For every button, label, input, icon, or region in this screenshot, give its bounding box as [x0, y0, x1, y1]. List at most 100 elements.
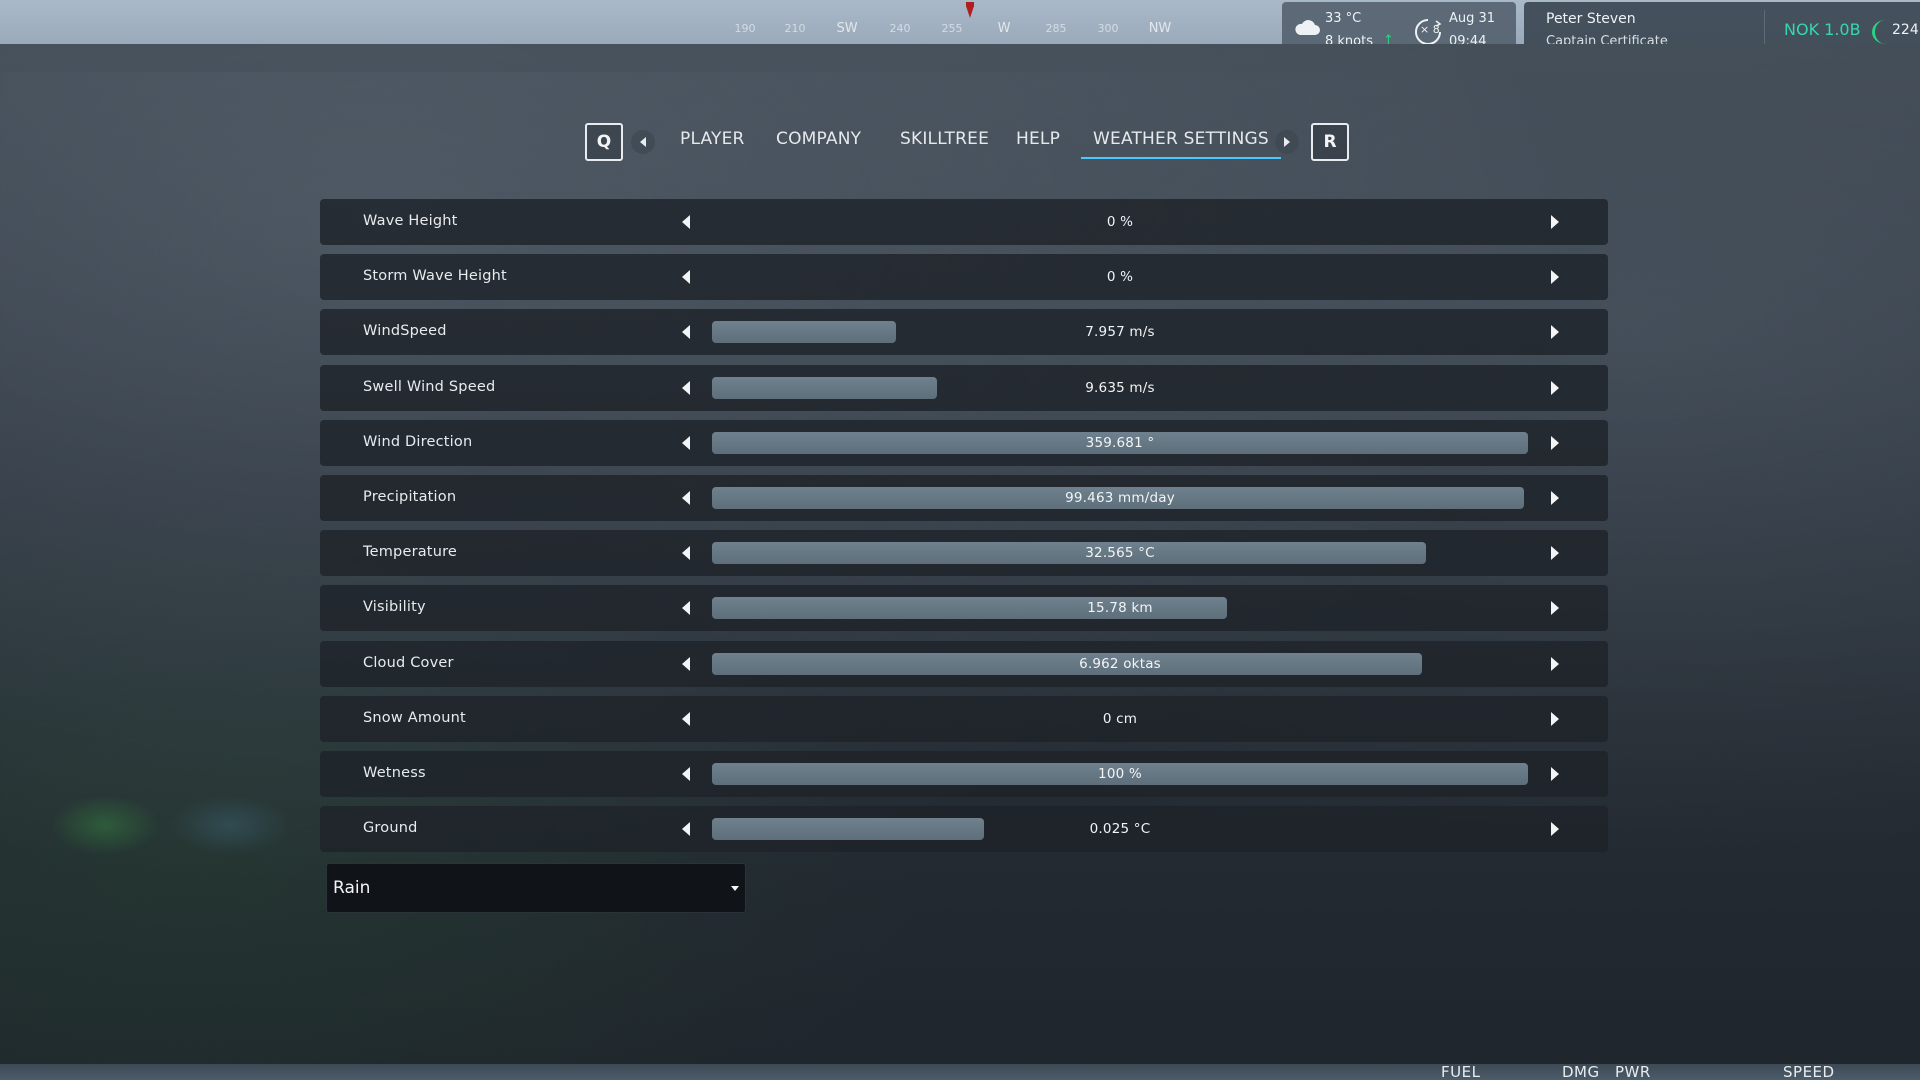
- decrease-arrow-icon[interactable]: [682, 656, 690, 671]
- decrease-arrow-icon[interactable]: [682, 601, 690, 616]
- money-balance: NOK 1.0B: [1784, 20, 1861, 39]
- weather-temperature: 33 °C: [1325, 11, 1362, 26]
- setting-label: Wave Height: [363, 213, 458, 229]
- setting-slider[interactable]: 0 %: [712, 211, 1528, 233]
- setting-row: Wetness 100 %: [320, 750, 1608, 797]
- increase-arrow-icon[interactable]: [1551, 546, 1559, 561]
- compass-tick: 190: [734, 22, 756, 35]
- setting-row: Temperature 32.565 °C: [320, 530, 1608, 577]
- tab-prev-button[interactable]: [631, 130, 655, 154]
- divider: [1764, 10, 1765, 44]
- decrease-arrow-icon[interactable]: [682, 822, 690, 837]
- setting-slider[interactable]: 15.78 km: [712, 597, 1528, 620]
- increase-arrow-icon[interactable]: [1551, 380, 1559, 395]
- setting-label: WindSpeed: [363, 323, 447, 340]
- setting-value: 0 %: [1106, 214, 1134, 230]
- setting-row: Wave Height 0 %: [320, 199, 1608, 245]
- decrease-arrow-icon[interactable]: [682, 766, 690, 781]
- compass-tick: NW: [1148, 21, 1172, 36]
- cloud-icon: [1295, 20, 1320, 35]
- setting-slider[interactable]: 100 %: [712, 762, 1528, 785]
- setting-slider[interactable]: 7.957 m/s: [712, 321, 1528, 344]
- decrease-arrow-icon[interactable]: [682, 435, 690, 450]
- setting-value: 0 %: [1106, 269, 1134, 286]
- setting-slider[interactable]: 0.025 °C: [712, 818, 1528, 841]
- decrease-arrow-icon[interactable]: [682, 270, 690, 285]
- setting-row: Swell Wind Speed 9.635 m/s: [320, 364, 1608, 411]
- compass-tick: 210: [784, 22, 806, 35]
- setting-label: Temperature: [363, 544, 458, 561]
- setting-row: Visibility 15.78 km: [320, 585, 1608, 632]
- tab-company[interactable]: COMPANY: [776, 129, 861, 149]
- menu-tabs: Q PLAYER COMPANY SKILLTREE HELP WEATHER …: [585, 123, 1350, 163]
- setting-value: 0.025 °C: [1089, 821, 1151, 838]
- setting-slider[interactable]: 6.962 oktas: [712, 652, 1528, 675]
- setting-label: Wetness: [363, 764, 426, 781]
- setting-row: WindSpeed 7.957 m/s: [320, 309, 1608, 356]
- tab-player[interactable]: PLAYER: [680, 129, 745, 149]
- increase-arrow-icon[interactable]: [1551, 711, 1559, 726]
- setting-label: Snow Amount: [363, 709, 466, 726]
- gauge-value: 224: [1892, 22, 1919, 38]
- decrease-arrow-icon[interactable]: [682, 215, 690, 229]
- increase-arrow-icon[interactable]: [1551, 601, 1559, 616]
- compass-strip: 190 210 SW 240 255 W 285 300 NW: [720, 0, 1180, 44]
- chevron-down-icon: [731, 886, 739, 891]
- speed-label: SPEED: [1783, 1063, 1835, 1080]
- increase-arrow-icon[interactable]: [1551, 270, 1559, 285]
- setting-slider[interactable]: 359.681 °: [712, 431, 1528, 454]
- setting-value: 359.681 °: [1085, 434, 1155, 451]
- setting-slider[interactable]: 99.463 mm/day: [712, 486, 1528, 509]
- tab-prev-key-q[interactable]: Q: [585, 123, 623, 161]
- decrease-arrow-icon[interactable]: [682, 380, 690, 395]
- decrease-arrow-icon[interactable]: [682, 490, 690, 505]
- decrease-arrow-icon[interactable]: [682, 546, 690, 561]
- increase-arrow-icon[interactable]: [1551, 215, 1559, 229]
- top-hud-shadow: [0, 44, 1920, 72]
- weather-settings-list: Wave Height 0 % Storm Wave Height 0 % WindSp…: [320, 199, 1608, 861]
- setting-value: 15.78 km: [1087, 600, 1153, 617]
- increase-arrow-icon[interactable]: [1551, 325, 1559, 340]
- player-panel: Peter Steven Captain Certificate NOK 1.0…: [1524, 2, 1920, 44]
- setting-label: Ground: [363, 820, 418, 837]
- compass-tick: SW: [836, 21, 858, 36]
- increase-arrow-icon[interactable]: [1551, 656, 1559, 671]
- setting-slider[interactable]: 32.565 °C: [712, 542, 1528, 565]
- compass-tick: W: [997, 21, 1011, 36]
- setting-value: 6.962 oktas: [1079, 655, 1161, 672]
- decrease-arrow-icon[interactable]: [682, 325, 690, 340]
- tab-weather-settings[interactable]: WEATHER SETTINGS: [1081, 129, 1281, 159]
- tab-next-key-r[interactable]: R: [1311, 123, 1349, 161]
- setting-row: Wind Direction 359.681 °: [320, 419, 1608, 466]
- game-date: Aug 31: [1449, 11, 1496, 26]
- power-label: PWR: [1615, 1063, 1651, 1080]
- increase-arrow-icon[interactable]: [1551, 766, 1559, 781]
- setting-slider[interactable]: 9.635 m/s: [712, 376, 1528, 399]
- setting-slider[interactable]: 0 %: [712, 266, 1528, 288]
- weather-preset-dropdown[interactable]: Rain: [326, 863, 746, 913]
- time-speed-multiplier: × 8: [1420, 23, 1440, 36]
- increase-arrow-icon[interactable]: [1551, 822, 1559, 837]
- arrow-left-icon: [640, 137, 646, 147]
- setting-row: Snow Amount 0 cm: [320, 695, 1608, 742]
- tab-help[interactable]: HELP: [1016, 129, 1060, 149]
- tab-skilltree[interactable]: SKILLTREE: [900, 129, 989, 149]
- player-certificate: Captain Certificate: [1546, 34, 1668, 44]
- setting-row: Storm Wave Height 0 %: [320, 254, 1608, 301]
- decrease-arrow-icon[interactable]: [682, 711, 690, 726]
- setting-value: 7.957 m/s: [1085, 324, 1155, 341]
- damage-label: DMG: [1562, 1063, 1600, 1080]
- top-hud: 190 210 SW 240 255 W 285 300 NW 33 °C 8 …: [0, 0, 1920, 44]
- setting-row: Cloud Cover 6.962 oktas: [320, 640, 1608, 687]
- player-name: Peter Steven: [1546, 11, 1636, 27]
- setting-slider[interactable]: 0 cm: [712, 708, 1528, 730]
- compass-tick: 255: [941, 22, 963, 35]
- setting-label: Wind Direction: [363, 433, 473, 450]
- tab-next-button[interactable]: [1275, 130, 1299, 154]
- setting-label: Cloud Cover: [363, 654, 454, 671]
- setting-row: Precipitation 99.463 mm/day: [320, 474, 1608, 521]
- increase-arrow-icon[interactable]: [1551, 435, 1559, 450]
- compass-tick: 300: [1097, 22, 1119, 35]
- wind-arrow-icon: ↑: [1383, 33, 1394, 44]
- increase-arrow-icon[interactable]: [1551, 490, 1559, 505]
